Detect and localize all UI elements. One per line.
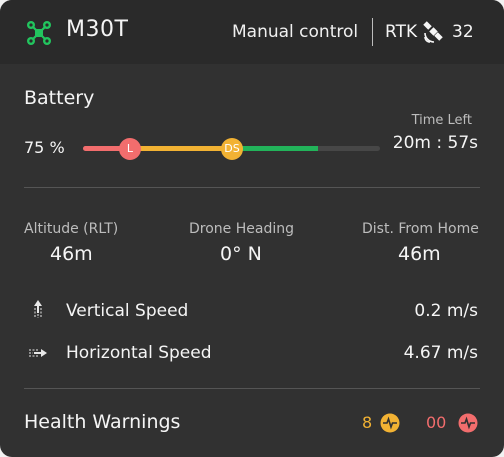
time-left-label: Time Left <box>411 113 472 128</box>
drone-status-panel: M30T Manual control RTK 32 Battery 75 % … <box>0 0 504 457</box>
battery-percent: 75 % <box>24 138 65 157</box>
error-count[interactable]: 00 <box>426 413 446 432</box>
divider <box>24 388 480 389</box>
horizontal-speed-value: 4.67 m/s <box>403 343 478 363</box>
altitude-value: 46m <box>50 243 93 265</box>
distance-label: Dist. From Home <box>362 221 479 237</box>
satellite-count: 32 <box>452 22 474 42</box>
vertical-speed-label: Vertical Speed <box>66 301 189 321</box>
battery-bar: L DS <box>83 138 380 160</box>
control-mode[interactable]: Manual control <box>232 22 358 42</box>
satellite-icon <box>423 21 443 43</box>
horizontal-speed-icon <box>29 349 47 357</box>
return-home-marker: DS <box>221 138 243 160</box>
drone-name: M30T <box>66 17 129 42</box>
heading-value: 0° N <box>220 243 262 265</box>
header-divider <box>372 18 373 46</box>
horizontal-speed-label: Horizontal Speed <box>66 343 212 363</box>
heading-label: Drone Heading <box>189 221 294 237</box>
panel-header: M30T Manual control RTK 32 <box>0 0 504 64</box>
drone-icon <box>27 21 51 45</box>
warning-count[interactable]: 8 <box>362 413 372 432</box>
distance-value: 46m <box>398 243 441 265</box>
battery-bar-ok-segment <box>232 146 318 151</box>
health-warnings-title: Health Warnings <box>24 411 181 433</box>
rtk-label: RTK <box>385 22 418 42</box>
vertical-speed-icon <box>34 300 42 318</box>
altitude-label: Altitude (RLT) <box>24 221 119 237</box>
error-pulse-icon[interactable] <box>458 413 478 433</box>
warning-pulse-icon[interactable] <box>380 413 400 433</box>
divider <box>24 187 480 188</box>
battery-title: Battery <box>24 87 95 109</box>
vertical-speed-value: 0.2 m/s <box>414 301 478 321</box>
low-battery-marker: L <box>119 138 141 160</box>
battery-bar-warning-segment <box>130 146 232 151</box>
time-left-value: 20m : 57s <box>392 133 478 153</box>
